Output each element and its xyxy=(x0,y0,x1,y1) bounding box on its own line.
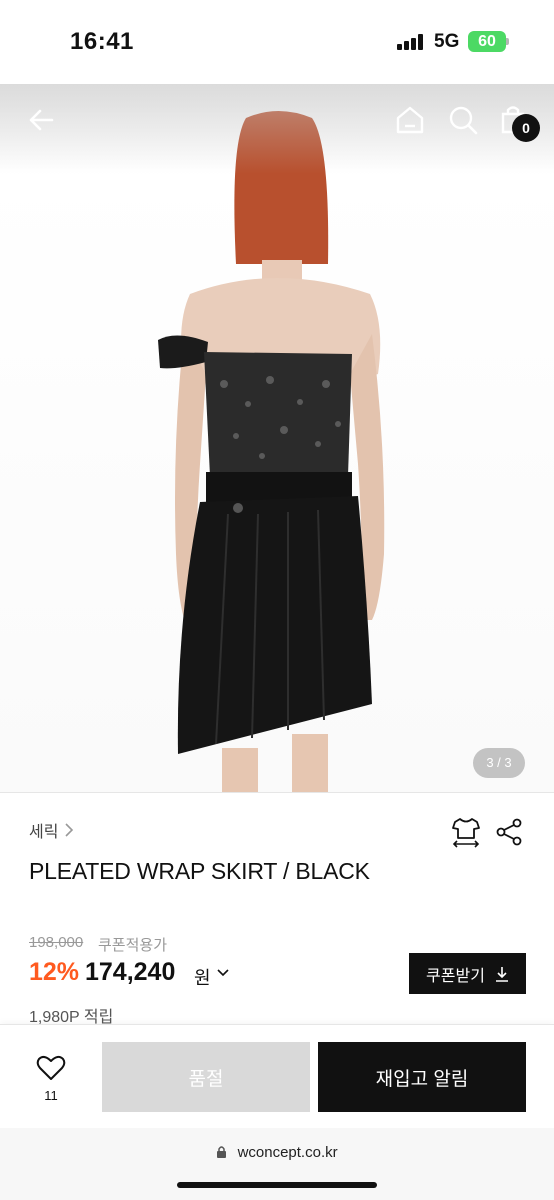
size-guide-icon xyxy=(452,818,480,848)
search-button[interactable] xyxy=(443,100,483,140)
sold-out-button[interactable]: 품절 xyxy=(102,1042,310,1112)
signal-icon xyxy=(397,34,425,50)
restock-alert-button[interactable]: 재입고 알림 xyxy=(318,1042,526,1112)
product-image-gallery[interactable] xyxy=(0,84,554,792)
back-button[interactable] xyxy=(22,100,62,140)
back-arrow-icon xyxy=(29,109,54,131)
coupon-price-label: 쿠폰적용가 xyxy=(98,937,168,954)
brand-link[interactable]: 세릭 xyxy=(29,818,74,842)
browser-url-bar[interactable]: wconcept.co.kr xyxy=(0,1128,554,1200)
wishlist-count: 11 xyxy=(44,1088,58,1103)
status-time: 16:41 xyxy=(70,28,134,55)
share-button[interactable] xyxy=(495,818,523,846)
original-price: 198,000 xyxy=(29,934,84,951)
sale-price: 174,240 xyxy=(85,958,176,986)
wishlist-button[interactable]: 11 xyxy=(26,1052,76,1108)
cart-count-badge: 0 xyxy=(512,114,540,142)
lock-icon xyxy=(217,1146,227,1158)
brand-name: 세릭 xyxy=(29,824,59,841)
get-coupon-label: 쿠폰받기 xyxy=(426,967,485,985)
size-guide-button[interactable] xyxy=(451,816,481,848)
divider xyxy=(0,792,554,793)
battery-tip xyxy=(506,38,509,45)
discount-rate: 12% xyxy=(29,958,80,986)
search-icon xyxy=(449,106,478,135)
share-icon xyxy=(496,818,522,846)
url-text: wconcept.co.kr xyxy=(237,1144,338,1161)
battery-icon: 60 xyxy=(468,31,506,52)
image-page-indicator: 3 / 3 xyxy=(473,748,525,778)
status-bar: 16:41 5G 60 xyxy=(0,0,554,84)
download-icon xyxy=(495,966,508,982)
product-photo xyxy=(158,111,385,792)
product-title: PLEATED WRAP SKIRT / BLACK xyxy=(29,858,370,884)
get-coupon-button[interactable]: 쿠폰받기 xyxy=(409,953,526,994)
heart-icon xyxy=(36,1055,66,1080)
chevron-down-icon[interactable] xyxy=(216,966,230,980)
chevron-right-icon xyxy=(65,823,74,837)
home-button[interactable] xyxy=(390,100,430,140)
network-type: 5G xyxy=(434,31,460,52)
home-icon xyxy=(396,106,424,134)
home-indicator xyxy=(177,1182,377,1188)
currency-label[interactable]: 원 xyxy=(194,964,211,990)
